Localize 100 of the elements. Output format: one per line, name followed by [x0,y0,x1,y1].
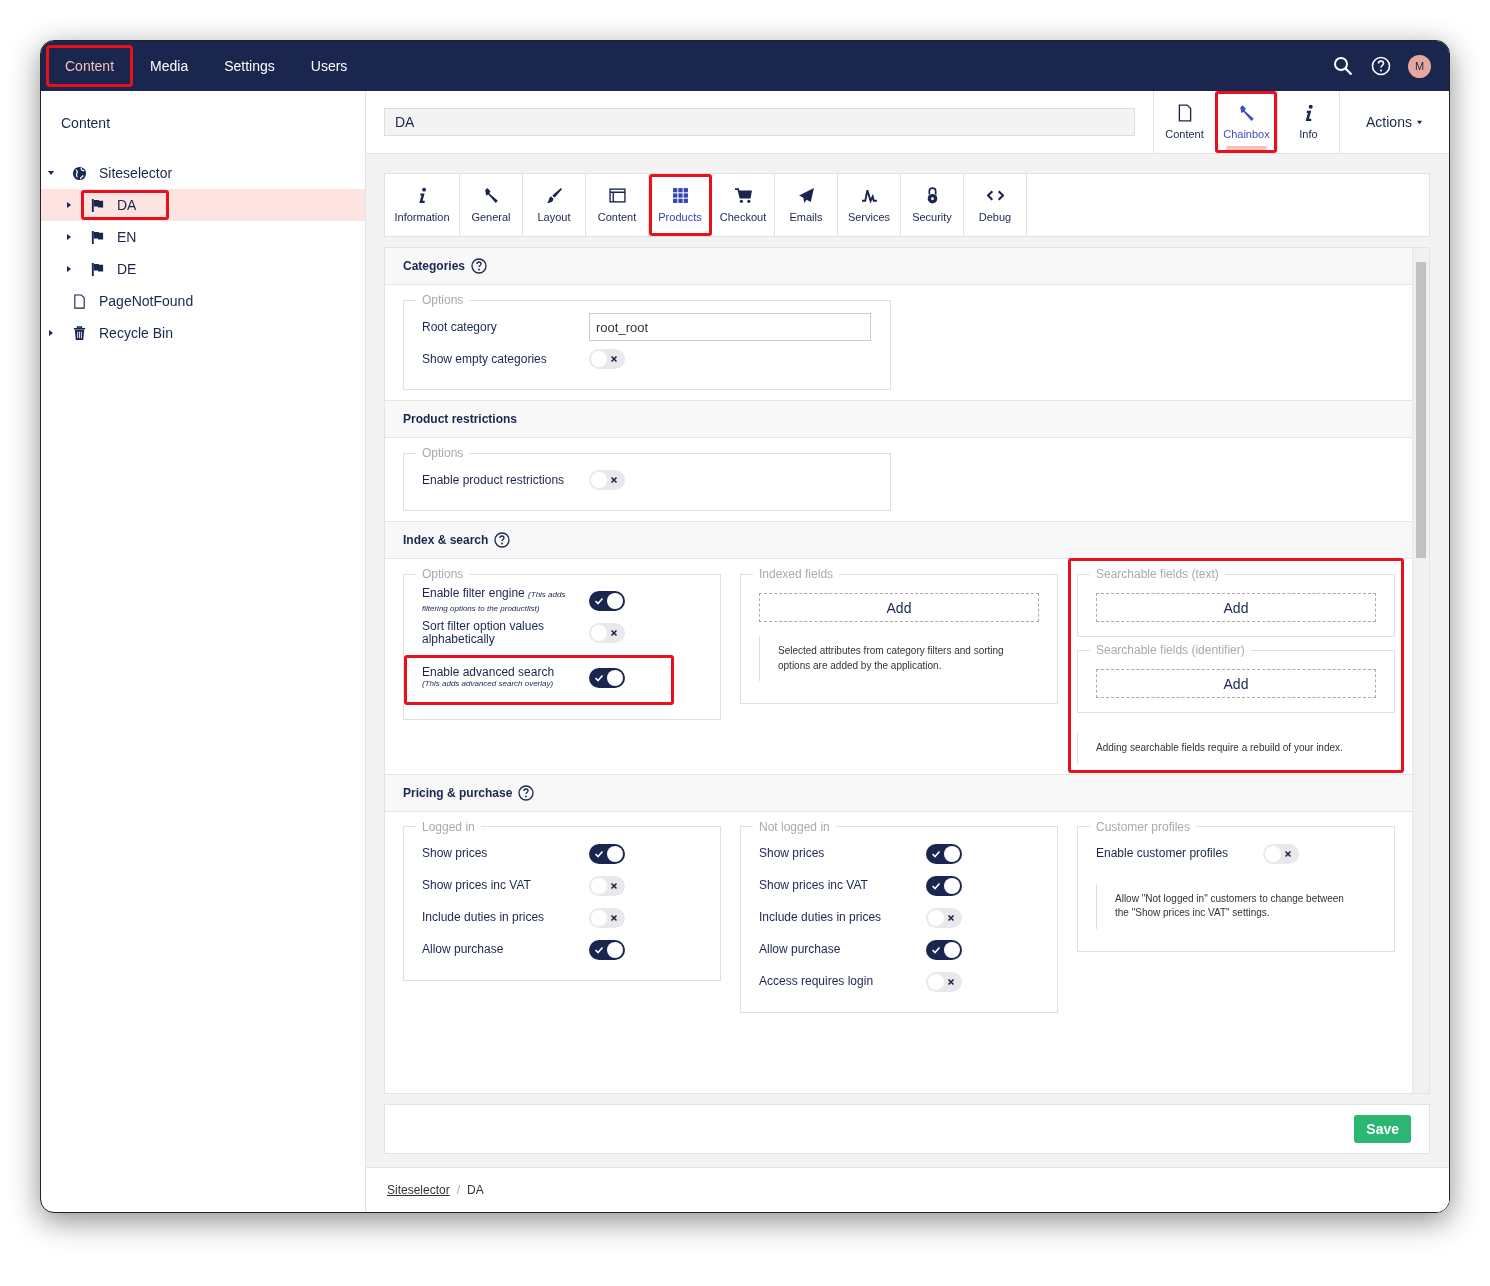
cart-icon [734,187,752,204]
add-button[interactable]: Add [1096,669,1376,698]
setting-label: Include duties in prices [422,911,546,924]
caret-icon[interactable] [47,329,55,337]
section-tab[interactable]: Content [586,174,649,236]
setting-label: Enable product restrictions [422,473,566,487]
section-tab[interactable]: Services [838,174,901,236]
caret-icon[interactable] [65,265,73,273]
add-button[interactable]: Add [759,593,1039,622]
toggle-switch[interactable] [589,843,625,864]
nav-tab[interactable]: Media [132,46,207,86]
actions-dropdown[interactable]: Actions [1339,91,1449,153]
setting-label: Show prices [422,847,489,860]
toggle-switch[interactable] [589,470,625,490]
help-icon[interactable] [494,532,511,548]
cross-icon [609,880,619,891]
tree-item[interactable]: Recycle Bin [41,317,365,349]
toggle-switch[interactable] [589,623,625,643]
check-icon [594,596,604,606]
toggle-switch[interactable] [926,971,962,992]
name-field[interactable]: DA [384,108,1135,136]
avatar[interactable]: M [1408,54,1431,78]
check-icon [594,848,604,859]
toggle-switch[interactable] [589,907,625,928]
toggle-switch[interactable] [589,668,625,688]
tree-item[interactable]: PageNotFound [41,285,365,317]
cross-icon [1283,848,1293,859]
nav-tab[interactable]: Settings [206,46,293,86]
check-icon [931,944,941,955]
toggle-switch[interactable] [926,843,962,864]
section-tab[interactable]: Layout [523,174,586,236]
tree-label: DA [117,197,137,213]
toggle-switch[interactable] [926,939,962,960]
toggle-switch[interactable] [1263,843,1299,864]
fieldset-legend: Options [416,567,470,581]
setting-label: Sort filter option values alphabetically [422,620,546,646]
caret-icon[interactable] [47,169,55,177]
section-tab[interactable]: Information [385,174,460,236]
section-tab[interactable]: Products [649,174,712,236]
section-tab[interactable]: Security [901,174,964,236]
toggle-switch[interactable] [589,349,625,369]
fieldset-legend: Searchable fields (identifier) [1090,643,1251,657]
caret-icon[interactable] [65,233,73,241]
section-tab[interactable]: Debug [964,174,1027,236]
section-tab[interactable]: General [460,174,523,236]
check-icon [594,673,604,683]
nav-tab[interactable]: Users [292,46,366,86]
setting-label: Access requires login [759,975,875,988]
app-tab[interactable]: Content [1153,91,1215,153]
help-icon[interactable] [471,258,488,274]
toggle-switch[interactable] [589,875,625,896]
scrollbar[interactable] [1412,248,1429,1093]
note-text: Selected attributes from category filters and sorting options are added by the application. [759,636,1039,681]
cross-icon [609,475,619,485]
app-tab[interactable]: Info [1277,91,1339,153]
section-title: Categories [403,259,466,273]
setting-label: Show prices [759,847,826,860]
section-tab[interactable]: Emails [775,174,838,236]
toggle-switch[interactable] [926,875,962,896]
flag-icon [90,261,105,277]
setting-label: Enable filter engine (This adds filtering options to the productlist) [422,587,567,615]
help-icon[interactable] [518,784,535,801]
setting-label: Enable customer profiles [1096,847,1230,860]
breadcrumb-separator: / [456,1183,461,1197]
grid-icon [671,187,689,204]
trash-icon [72,325,87,341]
fieldset-legend: Not logged in [753,819,836,834]
section-title: Index & search [403,533,489,547]
caret-icon[interactable] [65,201,73,209]
tree-item[interactable]: DE [41,253,365,285]
text-field[interactable]: root_root [589,313,871,341]
section-tab[interactable]: Checkout [712,174,775,236]
check-icon [931,848,941,859]
cross-icon [946,976,956,987]
toggle-switch[interactable] [589,591,625,611]
setting-label: Allow purchase [422,943,505,956]
tree-label: EN [117,229,137,245]
nav-tab[interactable]: Content [47,46,133,86]
breadcrumb-current: DA [467,1183,484,1197]
caret-icon [1415,118,1423,126]
section-title: Pricing & purchase [403,785,513,800]
tree-item[interactable]: Siteselector [41,157,365,189]
toggle-switch[interactable] [589,939,625,960]
fieldset-legend: Searchable fields (text) [1090,567,1225,581]
tree-item[interactable]: EN [41,221,365,253]
toggle-switch[interactable] [926,907,962,928]
breadcrumb-link[interactable]: Siteselector [387,1183,450,1197]
setting-label: Root category [422,320,498,334]
search-icon[interactable] [1333,56,1353,76]
flag-icon [90,197,105,213]
tree-item[interactable]: DA [41,189,365,221]
setting-label: Enable advanced search [422,665,556,679]
note-text: Allow "Not logged in" customers to change between the "Show prices inc VAT" settings. [1096,883,1376,929]
add-button[interactable]: Add [1096,593,1376,622]
tree-label: Siteselector [99,165,173,181]
section-title: Product restrictions [403,412,518,426]
app-tab[interactable]: Chainbox [1215,91,1277,153]
tree-label: Recycle Bin [99,325,173,341]
globe-icon [72,165,87,181]
page-icon [72,293,87,309]
